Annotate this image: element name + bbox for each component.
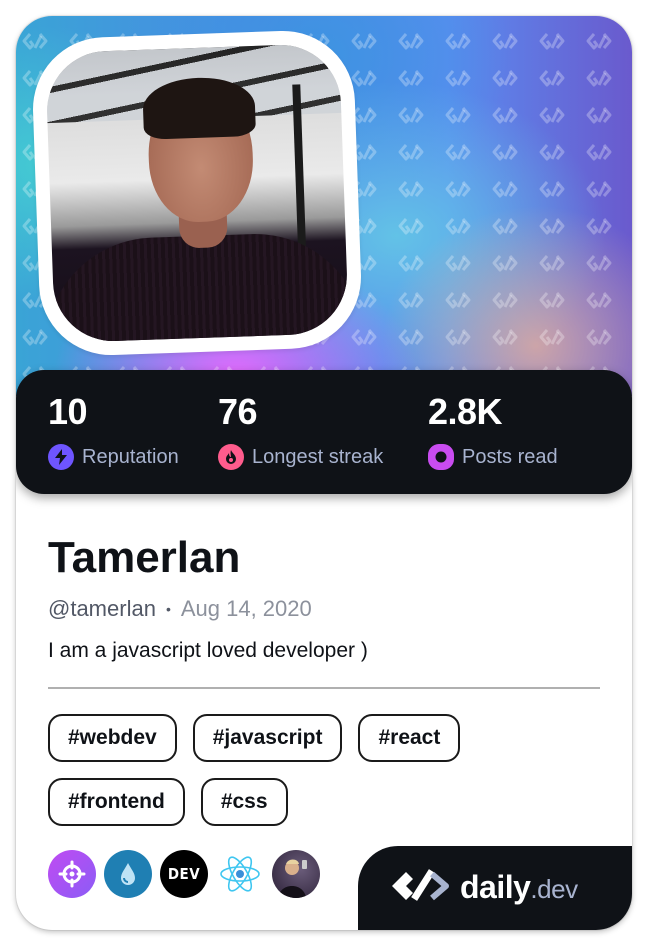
joined-date: Aug 14, 2020: [180, 596, 312, 621]
lightning-icon: [48, 444, 74, 470]
stat-longest-streak: 76 Longest streak: [218, 392, 383, 470]
crosshair-source-icon[interactable]: [48, 850, 96, 898]
stat-label: Reputation: [82, 446, 179, 468]
divider: [48, 687, 600, 689]
droplet-source-icon[interactable]: [104, 850, 152, 898]
profile-name: Tamerlan: [48, 533, 241, 582]
tag-react[interactable]: #react: [358, 714, 461, 762]
eye-icon: [428, 444, 454, 470]
cover-background: [16, 16, 632, 396]
brand-wordmark: daily.dev: [460, 869, 578, 905]
dev-source-icon[interactable]: DEV: [160, 850, 208, 898]
tag-list: #webdev #javascript #react #frontend #cs…: [48, 714, 608, 826]
tag-css[interactable]: #css: [200, 778, 288, 826]
devcard: 10 Reputation 76 Longest streak 2.8K Pos…: [16, 16, 632, 930]
username[interactable]: @tamerlan: [48, 594, 156, 624]
stats-bar: 10 Reputation 76 Longest streak 2.8K Pos…: [16, 370, 632, 494]
person-source-icon[interactable]: [272, 850, 320, 898]
stat-value: 2.8K: [428, 391, 503, 432]
stat-posts-read: 2.8K Posts read: [428, 392, 558, 470]
stat-value: 76: [218, 391, 258, 432]
react-source-icon[interactable]: [216, 850, 264, 898]
flame-icon: [218, 444, 244, 470]
daily-dev-brand[interactable]: daily.dev: [358, 846, 632, 930]
stat-value: 10: [48, 391, 88, 432]
tag-javascript[interactable]: #javascript: [192, 714, 343, 762]
source-list: DEV: [48, 850, 320, 898]
profile-meta: @tamerlan • Aug 14, 2020: [48, 594, 312, 624]
stat-label: Longest streak: [252, 446, 384, 468]
stat-reputation: 10 Reputation: [48, 392, 179, 470]
avatar[interactable]: [45, 42, 349, 344]
avatar-frame: [30, 28, 364, 358]
tag-frontend[interactable]: #frontend: [48, 778, 185, 826]
separator-dot: •: [165, 601, 171, 617]
daily-dev-logo-icon: [388, 866, 452, 911]
profile-bio: I am a javascript loved developer ): [48, 639, 368, 662]
stat-label: Posts read: [462, 446, 558, 468]
tag-webdev[interactable]: #webdev: [48, 714, 177, 762]
